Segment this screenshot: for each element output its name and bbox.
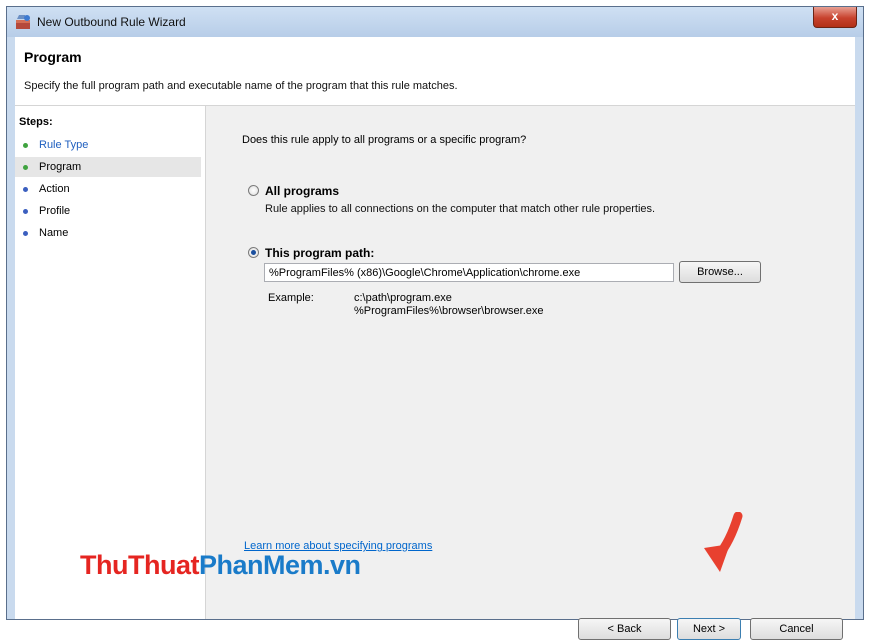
back-button[interactable]: < Back — [578, 618, 671, 640]
watermark-part-3: .vn — [323, 550, 361, 580]
firewall-shield-icon — [16, 15, 30, 29]
all-programs-radio[interactable] — [248, 185, 259, 196]
step-rule-type[interactable]: Rule Type — [15, 135, 201, 155]
wizard-header: Program Specify the full program path an… — [15, 37, 855, 106]
program-path-radio[interactable] — [248, 247, 259, 258]
page-title: Program — [24, 49, 82, 65]
step-name: Name — [15, 223, 201, 243]
close-button[interactable]: x — [813, 7, 857, 28]
program-path-label[interactable]: This program path: — [265, 246, 374, 260]
watermark-part-2: PhanMem — [198, 550, 324, 580]
step-completed-dot-icon — [23, 143, 28, 148]
close-icon: x — [831, 9, 839, 23]
cancel-button[interactable]: Cancel — [750, 618, 843, 640]
step-pending-dot-icon — [23, 231, 28, 236]
step-current-dot-icon — [23, 165, 28, 170]
page-description: Specify the full program path and execut… — [24, 80, 458, 92]
step-action: Action — [15, 179, 201, 199]
step-program[interactable]: Program — [15, 157, 201, 177]
all-programs-label[interactable]: All programs — [265, 184, 339, 198]
site-watermark: ThuThuatPhanMem.vn — [80, 550, 361, 581]
watermark-part-1: ThuThuat — [80, 550, 199, 580]
step-pending-dot-icon — [23, 187, 28, 192]
step-label: Action — [39, 183, 70, 195]
scope-question: Does this rule apply to all programs or … — [242, 134, 527, 146]
all-programs-description: Rule applies to all connections on the c… — [265, 203, 656, 215]
browse-button[interactable]: Browse... — [679, 261, 761, 283]
steps-title: Steps: — [19, 116, 53, 128]
next-button[interactable]: Next > — [677, 618, 741, 640]
window-title: New Outbound Rule Wizard — [37, 15, 186, 29]
step-pending-dot-icon — [23, 209, 28, 214]
title-bar[interactable]: New Outbound Rule Wizard x — [7, 7, 863, 37]
program-path-input[interactable] — [264, 263, 674, 282]
step-label: Rule Type — [39, 139, 89, 151]
main-panel: Does this rule apply to all programs or … — [206, 106, 855, 640]
step-label: Name — [39, 227, 69, 239]
example-path-1: c:\path\program.exe — [354, 292, 452, 304]
example-path-2: %ProgramFiles%\browser\browser.exe — [354, 305, 544, 317]
step-label: Program — [39, 161, 82, 173]
step-profile: Profile — [15, 201, 201, 221]
step-label: Profile — [39, 205, 71, 217]
pointer-arrow-icon — [704, 512, 743, 572]
example-label: Example: — [268, 292, 314, 304]
steps-panel: Steps: Rule Type Program Action Profile … — [15, 106, 206, 619]
